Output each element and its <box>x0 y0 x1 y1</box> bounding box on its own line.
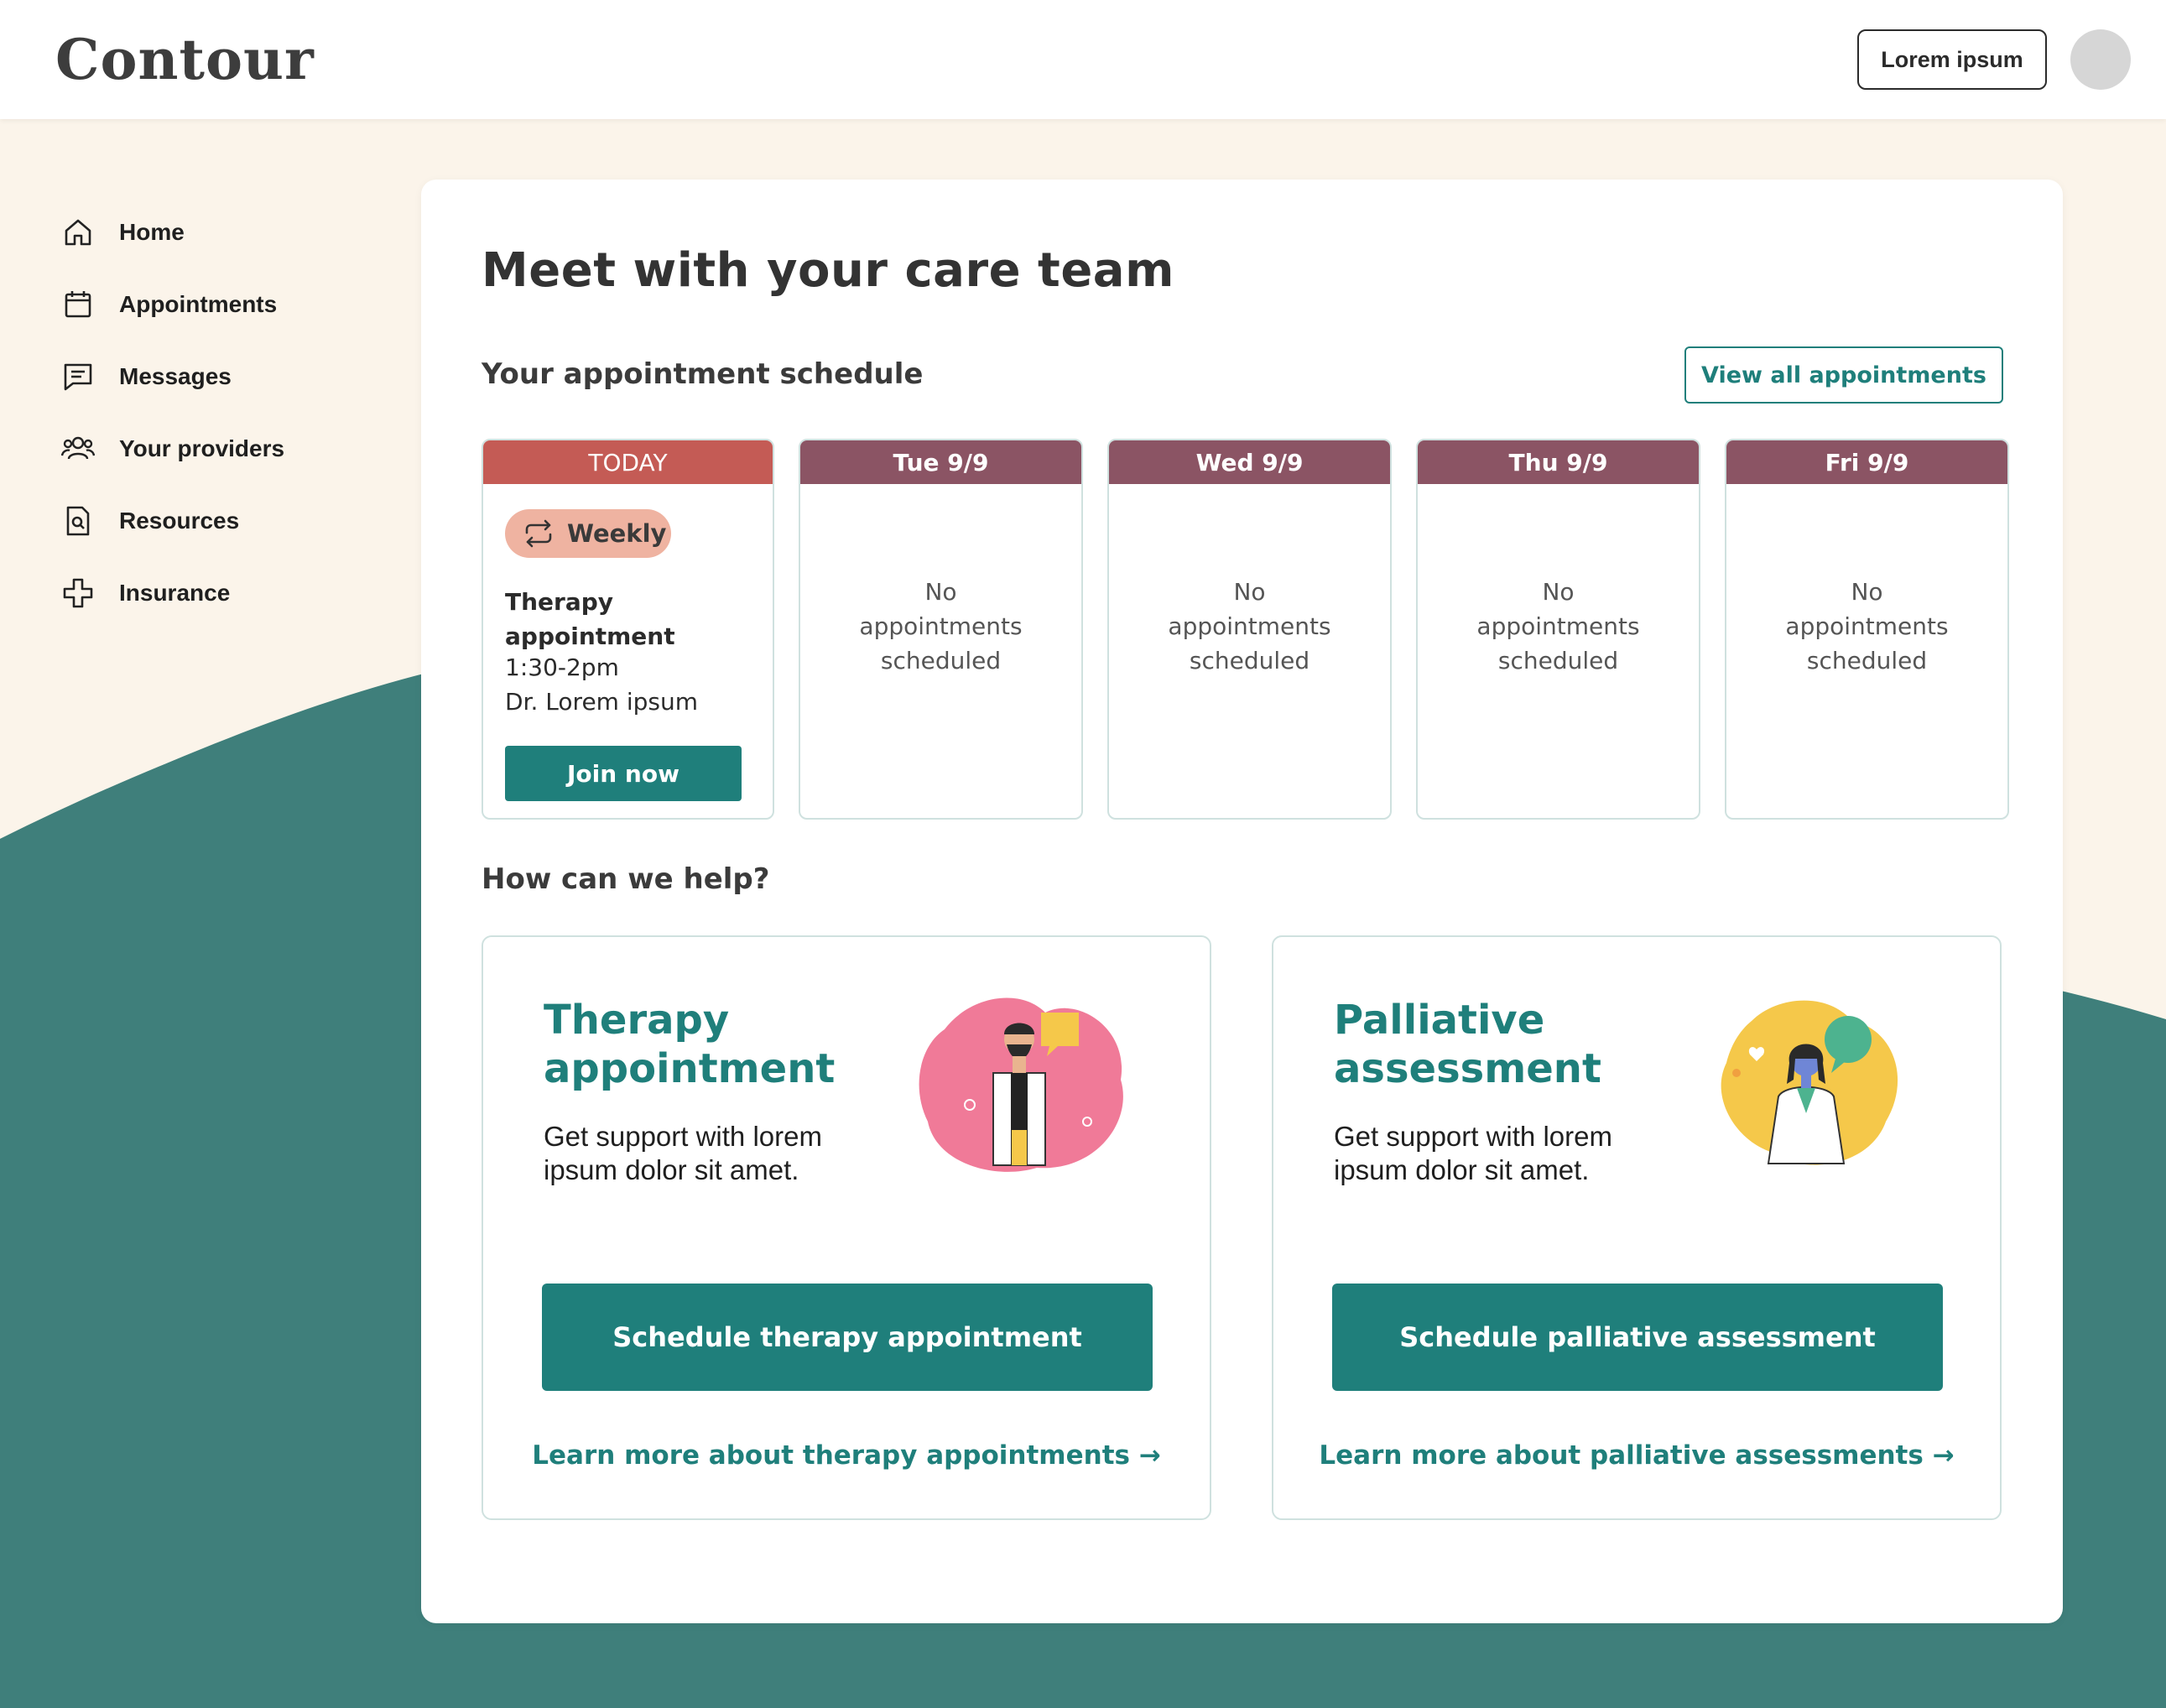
empty-line: No <box>1542 578 1575 606</box>
empty-line: No <box>1233 578 1266 606</box>
doctor-illustration <box>1721 1000 1898 1165</box>
sidebar-nav: Home Appointments Messages Your provider… <box>60 196 284 629</box>
message-icon <box>60 359 96 394</box>
empty-line: scheduled <box>1189 647 1310 674</box>
empty-line: scheduled <box>1497 647 1619 674</box>
schedule-heading: Your appointment schedule <box>482 357 924 391</box>
no-appointments-text: No appointments scheduled <box>1726 575 2007 678</box>
day-header: Tue 9/9 <box>800 440 1081 484</box>
appointment-title-line1: Therapy <box>505 588 614 616</box>
day-header: Thu 9/9 <box>1418 440 1699 484</box>
therapist-illustration <box>919 997 1123 1172</box>
empty-line: appointments <box>859 612 1023 640</box>
people-icon <box>60 431 96 466</box>
palliative-help-card: Palliative assessment Get support with l… <box>1272 935 2002 1520</box>
calendar-icon <box>60 287 96 322</box>
help-title-line1: Therapy <box>544 997 730 1044</box>
appointment-provider: Dr. Lorem ipsum <box>505 688 699 716</box>
empty-line: No <box>924 578 957 606</box>
view-all-appointments-button[interactable]: View all appointments <box>1684 346 2003 404</box>
day-header-today: TODAY <box>483 440 773 484</box>
learn-more-therapy-link[interactable]: Learn more about therapy appointments → <box>483 1440 1210 1471</box>
badge-label: Weekly <box>567 519 667 548</box>
no-appointments-text: No appointments scheduled <box>800 575 1081 678</box>
appointment-title-line2: appointment <box>505 622 675 650</box>
empty-line: appointments <box>1785 612 1949 640</box>
sidebar-item-your-providers[interactable]: Your providers <box>60 413 284 485</box>
help-desc-line1: Get support with lorem <box>1334 1121 1612 1152</box>
help-desc-line2: ipsum dolor sit amet. <box>1334 1154 1590 1185</box>
help-desc-line2: ipsum dolor sit amet. <box>544 1154 799 1185</box>
schedule-therapy-button[interactable]: Schedule therapy appointment <box>542 1284 1153 1391</box>
sidebar-item-home[interactable]: Home <box>60 196 284 268</box>
help-card-title: Therapy appointment <box>544 996 835 1093</box>
empty-line: scheduled <box>1806 647 1928 674</box>
help-card-title: Palliative assessment <box>1334 996 1601 1093</box>
empty-line: No <box>1851 578 1883 606</box>
empty-line: appointments <box>1168 612 1331 640</box>
header-action-button[interactable]: Lorem ipsum <box>1857 29 2047 90</box>
help-title-line1: Palliative <box>1334 997 1545 1044</box>
no-appointments-text: No appointments scheduled <box>1418 575 1699 678</box>
sidebar-item-label: Your providers <box>119 435 285 461</box>
sidebar-item-label: Messages <box>119 363 232 389</box>
main-content-card: Meet with your care team Your appointmen… <box>421 180 2063 1623</box>
sidebar-item-resources[interactable]: Resources <box>60 485 284 557</box>
sidebar-item-label: Home <box>119 219 185 245</box>
day-card: Thu 9/9 No appointments scheduled <box>1416 439 1700 820</box>
help-title-line2: appointment <box>544 1045 836 1092</box>
day-header: Fri 9/9 <box>1726 440 2007 484</box>
sidebar-item-appointments[interactable]: Appointments <box>60 268 284 341</box>
sidebar-item-messages[interactable]: Messages <box>60 341 284 413</box>
no-appointments-text: No appointments scheduled <box>1109 575 1390 678</box>
empty-line: appointments <box>1476 612 1640 640</box>
help-card-description: Get support with lorem ipsum dolor sit a… <box>1334 1120 1686 1187</box>
day-card: Tue 9/9 No appointments scheduled <box>799 439 1083 820</box>
day-card: Wed 9/9 No appointments scheduled <box>1107 439 1392 820</box>
avatar[interactable] <box>2070 29 2131 90</box>
empty-line: scheduled <box>880 647 1002 674</box>
sidebar-item-label: Resources <box>119 508 240 534</box>
sidebar-item-insurance[interactable]: Insurance <box>60 557 284 629</box>
schedule-palliative-button[interactable]: Schedule palliative assessment <box>1332 1284 1943 1391</box>
sidebar-item-label: Insurance <box>119 580 231 606</box>
learn-more-palliative-link[interactable]: Learn more about palliative assessments … <box>1273 1440 2000 1471</box>
repeat-icon <box>525 519 552 548</box>
brand-logo[interactable]: Contour <box>55 27 315 92</box>
home-icon <box>60 215 96 250</box>
today-card: TODAY Weekly Therapy appointment 1:30-2p… <box>482 439 774 820</box>
help-title-line2: assessment <box>1334 1045 1601 1092</box>
therapy-help-card: Therapy appointment Get support with lor… <box>482 935 1211 1520</box>
join-now-button[interactable]: Join now <box>505 746 742 801</box>
top-header: Contour Lorem ipsum <box>0 0 2166 119</box>
page-title: Meet with your care team <box>482 243 1174 298</box>
day-header: Wed 9/9 <box>1109 440 1390 484</box>
help-desc-line1: Get support with lorem <box>544 1121 822 1152</box>
day-card: Fri 9/9 No appointments scheduled <box>1725 439 2009 820</box>
help-heading: How can we help? <box>482 862 770 896</box>
medical-cross-icon <box>60 575 96 611</box>
recurrence-badge: Weekly <box>505 509 671 558</box>
document-search-icon <box>60 503 96 539</box>
appointment-time: 1:30-2pm <box>505 654 619 681</box>
appointment-title: Therapy appointment <box>505 585 675 654</box>
help-card-description: Get support with lorem ipsum dolor sit a… <box>544 1120 896 1187</box>
sidebar-item-label: Appointments <box>119 291 278 317</box>
